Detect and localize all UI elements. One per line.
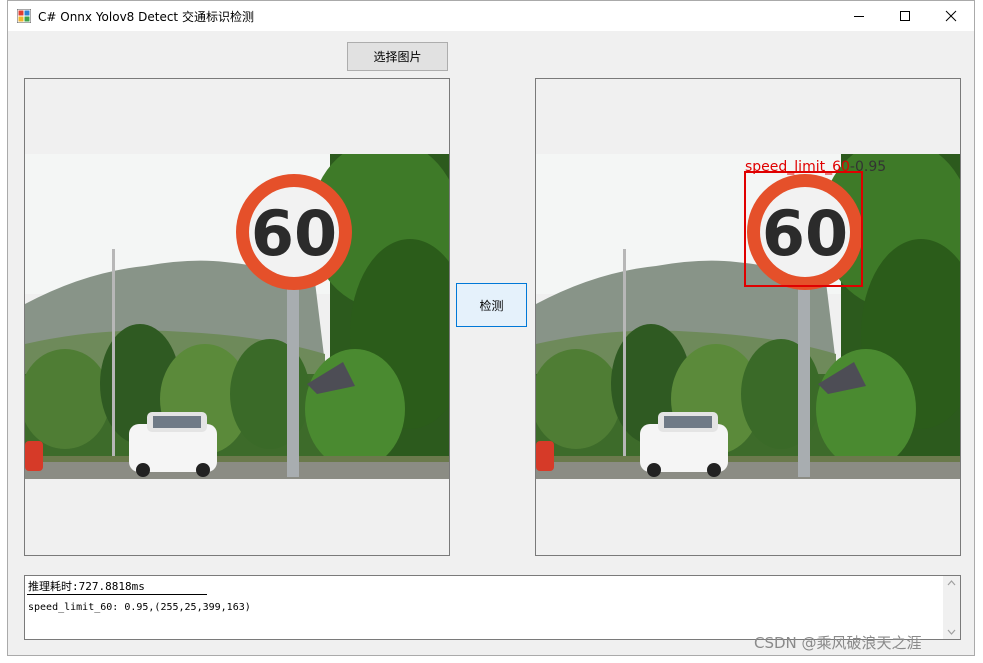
app-window: C# Onnx Yolov8 Detect 交通标识检测 选择图片 检测 60 … (7, 0, 975, 656)
source-image-box: 60 (24, 78, 450, 556)
result-image-box: 60 speed_limit_60-0.95 (535, 78, 961, 556)
vertical-scrollbar[interactable] (943, 576, 960, 639)
window-title: C# Onnx Yolov8 Detect 交通标识检测 (38, 10, 254, 24)
detection-result-text: speed_limit_60: 0.95,(255,25,399,163) (28, 602, 251, 613)
maximize-icon (900, 11, 910, 21)
svg-text:60: 60 (251, 197, 337, 270)
output-textbox[interactable]: 推理耗时:727.8818ms speed_limit_60: 0.95,(25… (24, 575, 961, 640)
detection-class: speed_limit_60 (745, 159, 850, 175)
select-image-button[interactable]: 选择图片 (347, 42, 448, 71)
close-icon (945, 10, 957, 22)
title-bar: C# Onnx Yolov8 Detect 交通标识检测 (8, 1, 974, 31)
scroll-up-icon[interactable] (943, 576, 960, 590)
maximize-button[interactable] (882, 1, 928, 31)
minimize-icon (854, 16, 864, 17)
separator-line (27, 594, 207, 595)
minimize-button[interactable] (836, 1, 882, 31)
result-photo: 60 (536, 154, 960, 479)
source-photo: 60 (25, 154, 449, 479)
close-button[interactable] (928, 1, 974, 31)
detection-label: speed_limit_60-0.95 (745, 159, 887, 175)
watermark-text: CSDN @乘风破浪天之涯 (754, 634, 922, 652)
app-icon (17, 9, 31, 23)
inference-time-text: 推理耗时:727.8818ms (28, 580, 145, 593)
detection-score: 0.95 (854, 159, 887, 175)
svg-text:60: 60 (762, 197, 848, 270)
scroll-down-icon[interactable] (943, 625, 960, 639)
detect-button[interactable]: 检测 (456, 283, 527, 327)
